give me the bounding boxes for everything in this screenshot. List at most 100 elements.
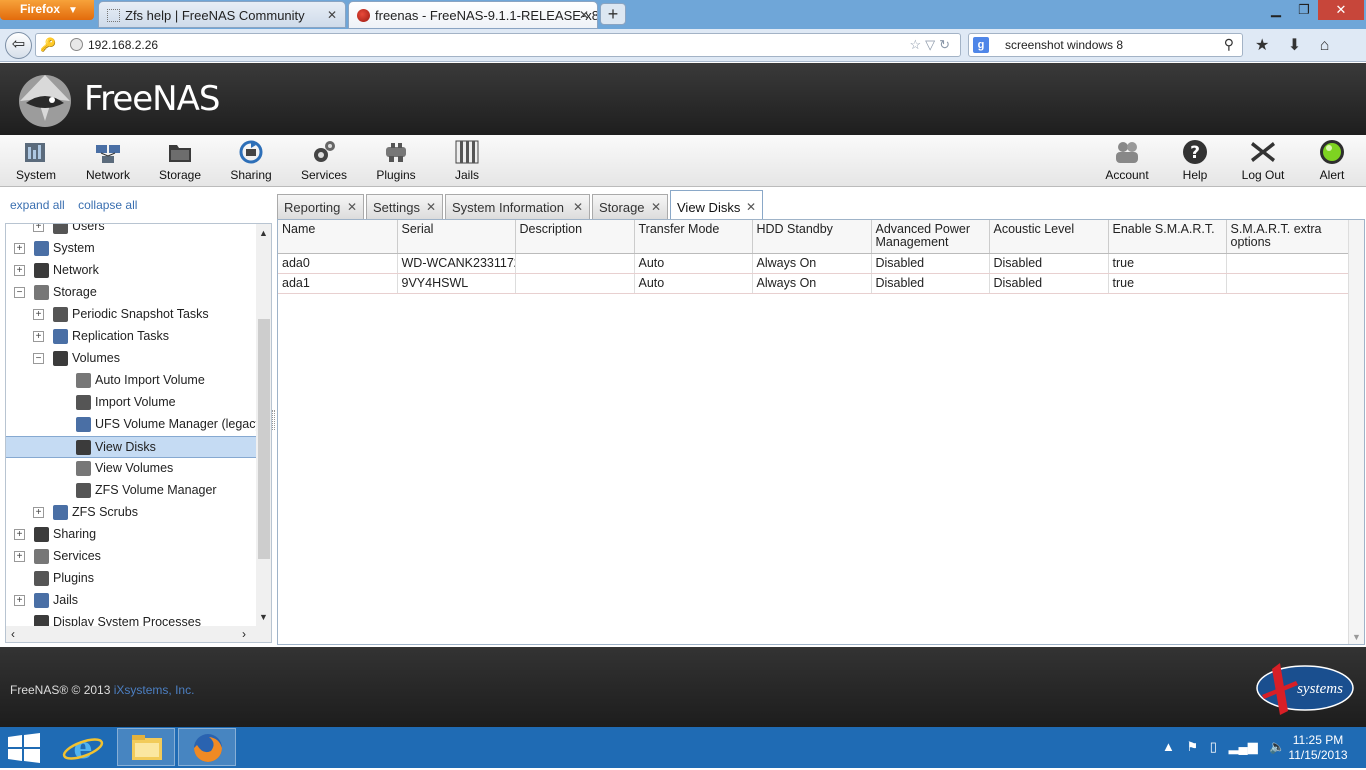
- taskbar-clock[interactable]: 11:25 PM 11/15/2013: [1283, 733, 1353, 763]
- scroll-up-icon[interactable]: ▲: [259, 228, 268, 238]
- tree-item[interactable]: − Storage: [6, 282, 256, 304]
- windows-start-icon[interactable]: [6, 733, 42, 763]
- taskbar-file-explorer[interactable]: [117, 728, 175, 766]
- column-header[interactable]: Transfer Mode: [634, 220, 753, 254]
- collapse-icon[interactable]: −: [14, 287, 25, 298]
- tab-view-disks[interactable]: View Disks ✕: [670, 190, 763, 219]
- expand-icon[interactable]: +: [14, 265, 25, 276]
- expand-icon[interactable]: +: [33, 507, 44, 518]
- expand-icon[interactable]: +: [14, 529, 25, 540]
- toolbar-storage-button[interactable]: Storage: [157, 139, 203, 182]
- column-header[interactable]: Name: [278, 220, 398, 254]
- collapse-icon[interactable]: −: [33, 353, 44, 364]
- home-icon[interactable]: ⌂: [1320, 37, 1330, 54]
- expand-icon[interactable]: +: [14, 595, 25, 606]
- new-tab-button[interactable]: +: [600, 3, 626, 25]
- close-icon[interactable]: ✕: [579, 8, 589, 22]
- tree-item[interactable]: + Sharing: [6, 524, 256, 546]
- firefox-menu-button[interactable]: Firefox ▼: [0, 0, 94, 20]
- expand-icon[interactable]: +: [33, 224, 44, 232]
- google-icon[interactable]: g: [973, 37, 989, 53]
- toolbar-account-button[interactable]: Account: [1104, 139, 1150, 182]
- column-header[interactable]: S.M.A.R.T. extra options: [1226, 220, 1349, 254]
- tree-item[interactable]: View Disks: [6, 436, 256, 458]
- tree-item[interactable]: + Services: [6, 546, 256, 568]
- close-tab-icon[interactable]: ✕: [573, 200, 583, 214]
- tree-item[interactable]: + Users: [6, 224, 256, 238]
- scroll-left-icon[interactable]: ‹: [11, 627, 15, 641]
- scroll-down-icon[interactable]: ▼: [259, 612, 268, 622]
- expand-icon[interactable]: +: [33, 331, 44, 342]
- tree-item[interactable]: View Volumes: [6, 458, 256, 480]
- toolbar-alert-button[interactable]: Alert: [1317, 139, 1347, 182]
- show-hidden-icons-icon[interactable]: ▲: [1162, 739, 1175, 754]
- tree-item[interactable]: + System: [6, 238, 256, 260]
- bookmark-star-icon[interactable]: ☆▽↻: [909, 37, 954, 53]
- tree-item[interactable]: + ZFS Scrubs: [6, 502, 256, 524]
- maximize-button[interactable]: ❐: [1290, 0, 1318, 20]
- action-center-flag-icon[interactable]: ⚑: [1187, 739, 1199, 754]
- close-tab-icon[interactable]: ✕: [426, 200, 436, 214]
- taskbar-internet-explorer[interactable]: e: [54, 728, 112, 766]
- tab-storage[interactable]: Storage ✕: [592, 194, 668, 219]
- tree-horizontal-scrollbar[interactable]: ‹ ›: [6, 626, 271, 642]
- panel-splitter[interactable]: [272, 410, 275, 430]
- search-bar[interactable]: g screenshot windows 8 ⚲: [968, 33, 1243, 57]
- browser-tab-zfs-help[interactable]: Zfs help | FreeNAS Community ✕: [98, 1, 346, 28]
- grid-vertical-scrollbar[interactable]: ▼: [1348, 220, 1364, 644]
- url-bar[interactable]: 🔑 192.168.2.26 ☆▽↻: [35, 33, 961, 57]
- ixsystems-link[interactable]: iXsystems, Inc.: [114, 683, 195, 697]
- expand-icon[interactable]: +: [14, 243, 25, 254]
- collapse-all-link[interactable]: collapse all: [78, 198, 137, 212]
- toolbar-system-button[interactable]: System: [14, 139, 58, 182]
- toolbar-network-button[interactable]: Network: [84, 139, 132, 182]
- tree-item[interactable]: ZFS Volume Manager: [6, 480, 256, 502]
- tree-vertical-scrollbar[interactable]: ▲ ▼: [256, 224, 271, 626]
- scroll-right-icon[interactable]: ›: [242, 627, 246, 641]
- column-header[interactable]: Enable S.M.A.R.T.: [1108, 220, 1227, 254]
- column-header[interactable]: Description: [515, 220, 635, 254]
- table-row[interactable]: ada1 9VY4HSWL Auto Always On Disabled Disable…: [278, 273, 1349, 294]
- download-icon[interactable]: ⬇: [1288, 37, 1301, 54]
- close-tab-icon[interactable]: ✕: [651, 200, 661, 214]
- toolbar-sharing-button[interactable]: Sharing: [228, 139, 274, 182]
- close-tab-icon[interactable]: ✕: [746, 200, 756, 214]
- expand-all-link[interactable]: expand all: [10, 198, 65, 212]
- column-header[interactable]: Serial: [397, 220, 516, 254]
- tree-item[interactable]: Plugins: [6, 568, 256, 590]
- expand-icon[interactable]: +: [14, 551, 25, 562]
- toolbar-jails-button[interactable]: Jails: [452, 139, 482, 182]
- tab-reporting[interactable]: Reporting ✕: [277, 194, 364, 219]
- column-header[interactable]: Acoustic Level: [989, 220, 1109, 254]
- column-header[interactable]: Advanced Power Management: [871, 220, 990, 254]
- toolbar-services-button[interactable]: Services: [298, 139, 350, 182]
- window-close-button[interactable]: ✕: [1318, 0, 1364, 20]
- tab-system-information[interactable]: System Information ✕: [445, 194, 590, 219]
- tree-item[interactable]: + Network: [6, 260, 256, 282]
- close-tab-icon[interactable]: ✕: [347, 200, 357, 214]
- bookmarks-icon[interactable]: ★: [1255, 37, 1269, 54]
- tree-item[interactable]: − Volumes: [6, 348, 256, 370]
- column-header[interactable]: HDD Standby: [752, 220, 872, 254]
- toolbar-plugins-button[interactable]: Plugins: [374, 139, 418, 182]
- close-icon[interactable]: ✕: [327, 8, 337, 22]
- tree-item[interactable]: + Replication Tasks: [6, 326, 256, 348]
- battery-icon[interactable]: ▯: [1210, 739, 1217, 754]
- browser-tab-freenas[interactable]: freenas - FreeNAS-9.1.1-RELEASE-x86 ... …: [348, 1, 598, 29]
- tree-item[interactable]: UFS Volume Manager (legacy): [6, 414, 266, 436]
- table-row[interactable]: ada0 WD-WCANK2331172 Auto Always On Disabled…: [278, 252, 1349, 274]
- tree-item[interactable]: + Jails: [6, 590, 256, 612]
- back-button[interactable]: ⇦: [5, 32, 32, 59]
- expand-icon[interactable]: +: [33, 309, 44, 320]
- scroll-down-icon[interactable]: ▼: [1352, 632, 1361, 642]
- minimize-button[interactable]: ▁: [1262, 0, 1290, 20]
- toolbar-logout-button[interactable]: Log Out: [1240, 139, 1286, 182]
- network-signal-icon[interactable]: ▂▄▆: [1229, 739, 1258, 754]
- tree-item[interactable]: Import Volume: [6, 392, 256, 414]
- tree-item[interactable]: Auto Import Volume: [6, 370, 256, 392]
- tree-item[interactable]: + Periodic Snapshot Tasks: [6, 304, 256, 326]
- toolbar-help-button[interactable]: ? Help: [1180, 139, 1210, 182]
- tab-settings[interactable]: Settings ✕: [366, 194, 443, 219]
- scroll-thumb[interactable]: [258, 319, 270, 559]
- search-icon[interactable]: ⚲: [1224, 36, 1234, 53]
